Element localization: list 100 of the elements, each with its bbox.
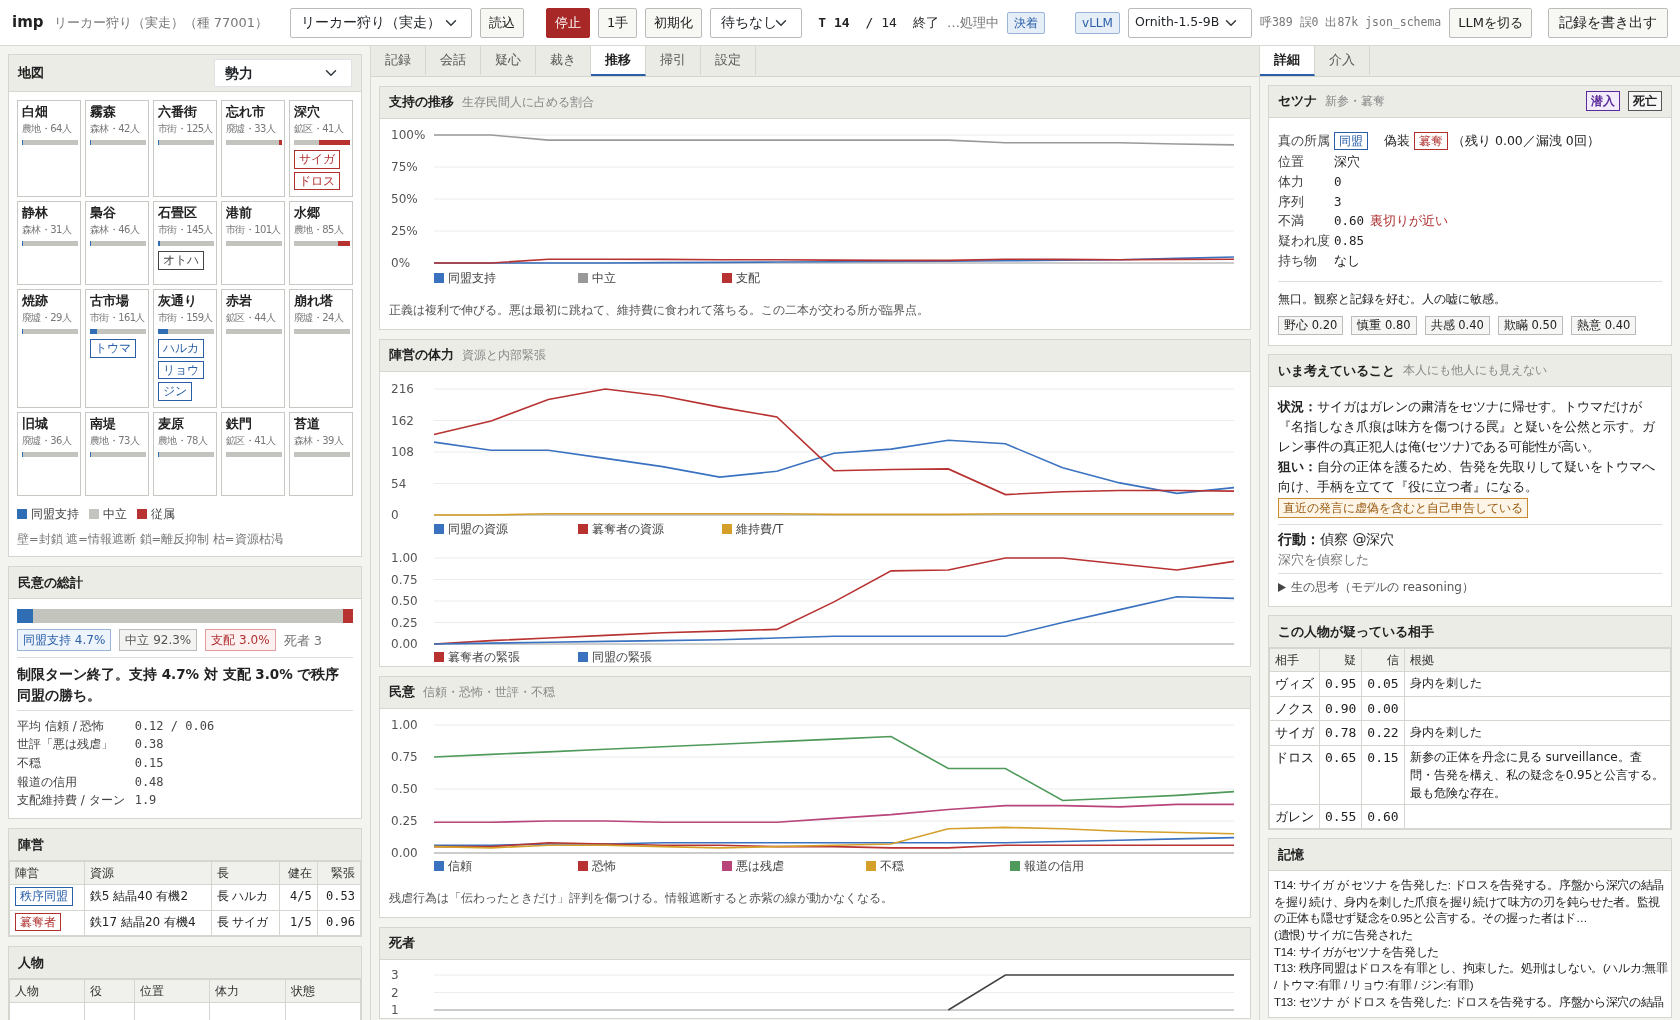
support-bar — [226, 452, 282, 458]
legend-swatch — [722, 272, 732, 283]
district-name: 鉄門 — [226, 416, 253, 434]
district-card[interactable]: 苔道 森林・39人 — [289, 412, 353, 497]
district-card[interactable]: 梟谷 森林・46人 — [85, 201, 149, 286]
district-info: 廃墟・33人 — [226, 121, 277, 136]
field-label: 体力 — [1278, 172, 1305, 191]
stat-value: 1.9 — [134, 792, 158, 810]
tab[interactable]: 介入 — [1315, 46, 1370, 76]
axis-label: 75% — [391, 159, 418, 174]
district-info: 農地・78人 — [158, 434, 209, 449]
district-card[interactable]: 鉄門 鉱区・41人 — [221, 412, 285, 497]
legend-label: 中立 — [103, 506, 127, 524]
column-header: 陣営 — [9, 861, 85, 885]
trait-chip: 熱意 0.40 — [1571, 315, 1637, 335]
legend-swatch — [1010, 860, 1020, 871]
stat-label: 支配維持費 / ターン — [17, 792, 125, 810]
legend-swatch — [722, 523, 732, 534]
panel-subtitle: 資源と内部緊張 — [462, 347, 546, 364]
person-tag[interactable]: トウマ — [90, 339, 136, 358]
tab[interactable]: 推移 — [591, 46, 646, 76]
district-card[interactable]: 港前 市街・101人 — [221, 201, 285, 286]
table-cell: 0.53 — [317, 884, 361, 911]
axis-label: 0.00 — [391, 636, 418, 650]
district-card[interactable]: 水郷 農地・85人 — [289, 201, 353, 286]
district-card[interactable]: 白畑 農地・64人 — [17, 100, 81, 198]
person-tag[interactable]: ドロス — [294, 171, 340, 191]
table-cell: 鉄5 結晶40 有機2 — [84, 884, 212, 911]
district-info: 廃墟・29人 — [22, 311, 73, 326]
tab[interactable]: 掃引 — [646, 46, 701, 76]
axis-label: 2 — [391, 985, 399, 999]
reset-button[interactable]: 初期化 — [645, 7, 703, 38]
district-card[interactable]: 灰通り 市街・159人 ハルカ リョウ ジン — [153, 289, 217, 409]
tab[interactable]: 会話 — [426, 46, 481, 76]
legend-swatch — [434, 651, 444, 662]
table-cell: 0.95 — [1319, 671, 1362, 697]
district-card[interactable]: 六番街 市街・125人 — [153, 100, 217, 198]
tab[interactable]: 疑心 — [481, 46, 536, 76]
panel-subtitle: 新参・簒奪 — [1325, 93, 1385, 110]
axis-label: 0.25 — [391, 813, 418, 828]
wait-select[interactable]: 待ちなし — [710, 7, 803, 38]
stop-button[interactable]: 停止 — [546, 7, 590, 38]
reasoning-toggle[interactable]: 生の思考（モデルの reasoning） — [1291, 578, 1474, 597]
faction-badge: 簒奪 — [1414, 131, 1448, 151]
legend-label: 不穏 — [880, 857, 904, 875]
axis-label: 1.00 — [391, 550, 418, 565]
tab[interactable]: 詳細 — [1260, 46, 1315, 76]
chart-note: 正義は複利で伸びる。悪は最初に跳ねて、維持費に食われて落ちる。この二本が交わる所が臨界点。 — [388, 301, 930, 319]
table-cell: 鉄17 結晶20 有機4 — [84, 910, 212, 936]
column-header: 緊張 — [317, 861, 361, 885]
district-card[interactable]: 焼跡 廃墟・29人 — [17, 289, 81, 409]
district-card[interactable]: 赤岩 鉱区・44人 — [221, 289, 285, 409]
panel-title: この人物が疑っている相手 — [1278, 622, 1434, 641]
district-card[interactable]: 古市場 市街・161人 トウマ — [85, 289, 149, 409]
trait-chip: 共感 0.40 — [1424, 315, 1490, 335]
table-cell: 0.96 — [317, 910, 361, 936]
stat-value: 0.48 — [134, 773, 165, 791]
panel-title: いま考えていること — [1278, 361, 1395, 380]
person-tag[interactable]: リョウ — [158, 360, 204, 380]
district-card[interactable]: 静林 森林・31人 — [17, 201, 81, 286]
district-card[interactable]: 忘れ市 廃墟・33人 — [221, 100, 285, 198]
person-tag[interactable]: サイガ — [294, 149, 340, 169]
district-card[interactable]: 旧城 廃墟・36人 — [17, 412, 81, 497]
district-card[interactable]: 崩れ塔 廃墟・24人 — [289, 289, 353, 409]
person-tag[interactable]: ジン — [158, 382, 192, 402]
district-card[interactable]: 麦原 農地・78人 — [153, 412, 217, 497]
district-name: 赤岩 — [226, 293, 253, 311]
faction-badge: 秩序同盟 — [15, 886, 73, 906]
person-tag[interactable]: ハルカ — [158, 339, 204, 358]
tab[interactable]: 記録 — [371, 46, 426, 76]
step-button[interactable]: 1手 — [598, 7, 638, 38]
verdict-text: 制限ターン終了。支持 4.7% 対 支配 3.0% で秩序同盟の勝ち。 — [17, 657, 353, 711]
trait-chip: 慎重 0.80 — [1351, 315, 1417, 335]
field-label: 疑われ度 — [1278, 232, 1331, 251]
legend-swatch — [434, 272, 444, 283]
table-cell: ノクス — [1269, 696, 1320, 721]
district-name: 白畑 — [22, 104, 49, 121]
district-card[interactable]: 深穴 鉱区・41人 サイガ ドロス — [289, 100, 353, 198]
person-tag[interactable]: オトハ — [158, 251, 204, 270]
scenario-select[interactable]: リーカー狩り（実走） — [290, 7, 472, 38]
axis-label: 0 — [391, 507, 399, 522]
district-card[interactable]: 南堤 農地・73人 — [85, 412, 149, 497]
model-select[interactable]: Ornith-1.5-9B — [1127, 7, 1252, 38]
axis-label: 1.00 — [391, 717, 418, 732]
panel-title: 支持の推移 — [389, 93, 454, 112]
axis-label: 216 — [391, 381, 414, 396]
legend-swatch — [434, 523, 444, 534]
load-button[interactable]: 読込 — [480, 7, 524, 38]
district-name: 麦原 — [158, 416, 185, 434]
panel-title: 地図 — [18, 64, 44, 83]
map-mode-select[interactable]: 勢力 — [214, 59, 352, 87]
district-card[interactable]: 石畳区 市街・145人 オトハ — [153, 201, 217, 286]
field-label: 持ち物 — [1278, 251, 1318, 270]
llm-button[interactable]: LLMを切る — [1449, 7, 1532, 38]
export-button[interactable]: 記録を書き出す — [1548, 7, 1668, 38]
district-card[interactable]: 霧森 森林・42人 — [85, 100, 149, 198]
support-bar — [294, 452, 350, 458]
district-name: 六番街 — [158, 104, 198, 121]
field-value: 深穴 — [1334, 154, 1360, 170]
tab[interactable]: 設定 — [701, 46, 756, 76]
